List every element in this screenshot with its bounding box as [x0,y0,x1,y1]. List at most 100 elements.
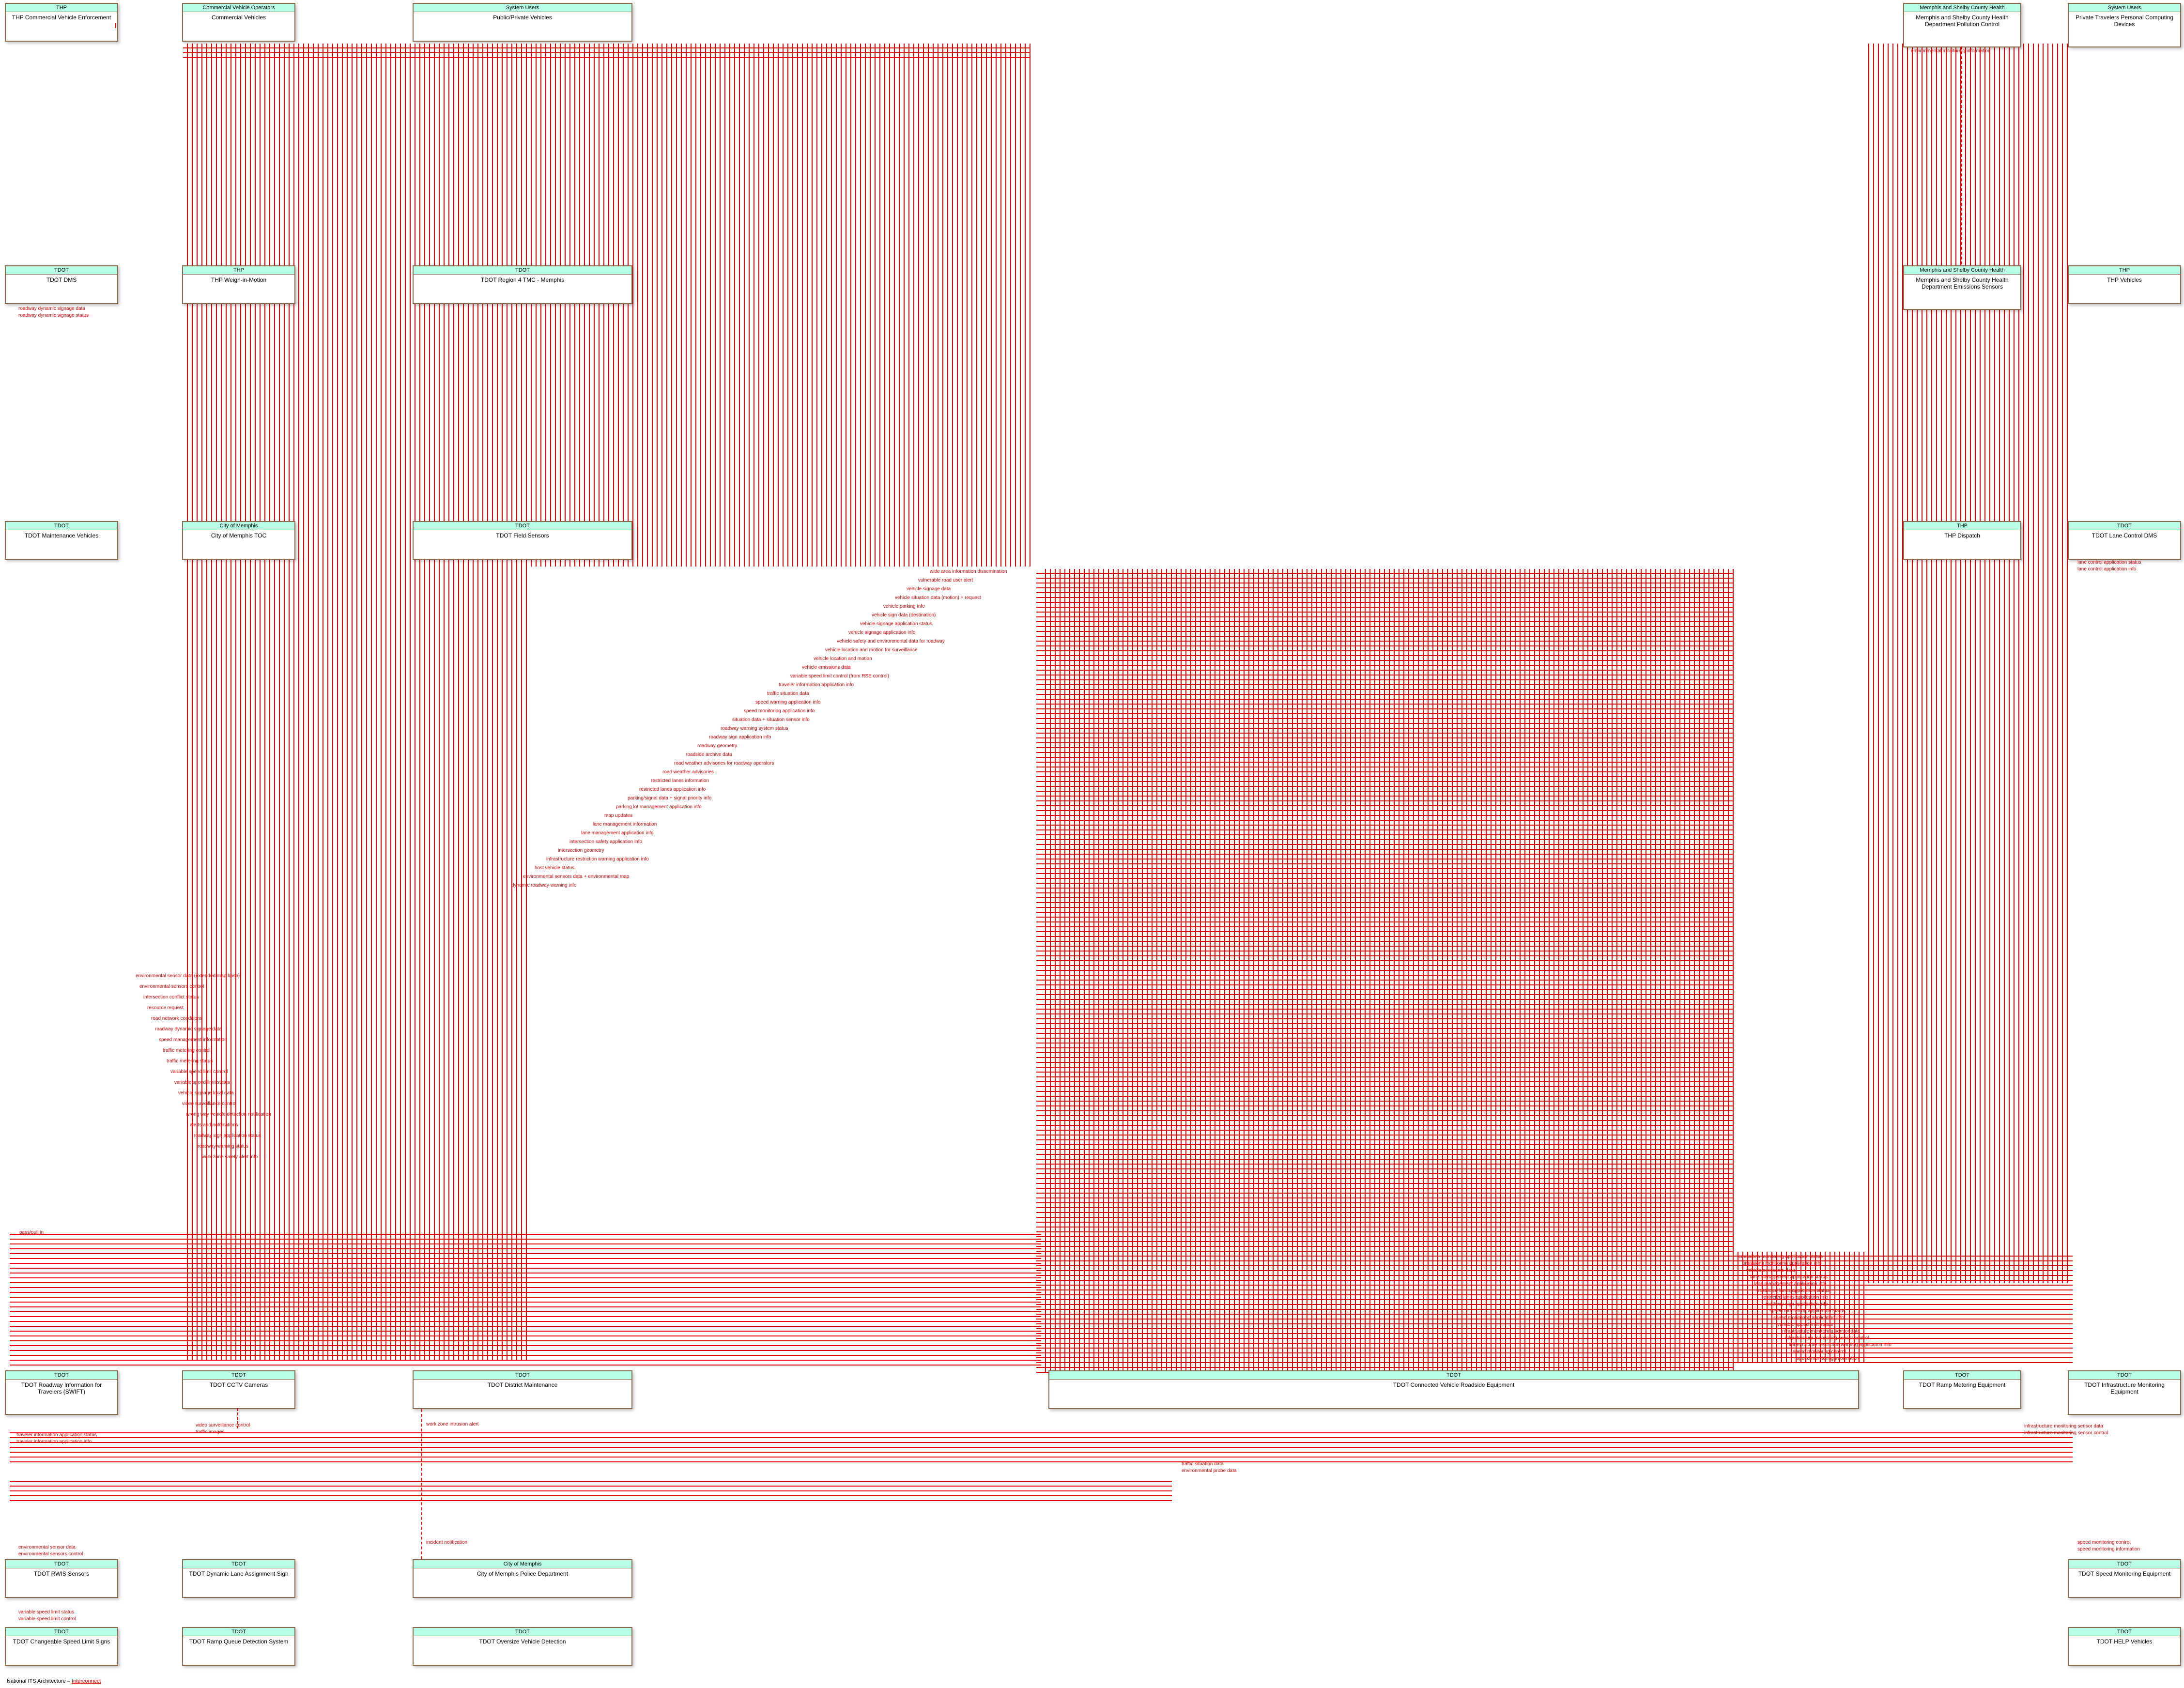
right-stack-label: variable speed limit control (from RSE c… [790,674,889,679]
node-body: TDOT Maintenance Vehicles [6,530,117,559]
conn-thp-enf-to-cv-v [115,23,116,28]
label-env-ctrl: environmental sensors control [18,1551,83,1557]
node-tdot-ramp-queue[interactable]: TDOT TDOT Ramp Queue Detection System [182,1627,295,1666]
label-spd-mon-ctrl: speed monitoring control [2077,1540,2131,1545]
node-tdot-csls[interactable]: TDOT TDOT Changeable Speed Limit Signs [5,1627,118,1666]
right-stack-label: map updates [604,813,632,818]
node-head: Commercial Vehicle Operators [183,4,294,12]
label-video-ctrl: video surveillance control [196,1423,250,1428]
node-tdot-r4-tmc[interactable]: TDOT TDOT Region 4 TMC - Memphis [413,265,632,304]
node-thp-dispatch[interactable]: THP THP Dispatch [1903,521,2021,560]
right-stack-label: intersection geometry [558,848,604,853]
node-tdot-lane-control-dms[interactable]: TDOT TDOT Lane Control DMS [2068,521,2181,560]
label-work-zone: work zone intrusion alert [426,1422,478,1427]
label-lane-ctrl: lane control application status [2077,560,2141,565]
node-body: TDOT District Maintenance [414,1380,631,1408]
node-head: THP [6,4,117,12]
node-body: TDOT Changeable Speed Limit Signs [6,1636,117,1665]
vertical-flow-band-hub [1041,569,1734,1373]
node-tdot-dms[interactable]: TDOT TDOT DMS [5,265,118,304]
label-speed-out: variable speed limit control [18,1616,76,1622]
node-private-travelers-devices[interactable]: System Users Private Travelers Personal … [2068,3,2181,47]
left-lower-label: speed management information [159,1037,227,1043]
node-thp-vehicles[interactable]: THP THP Vehicles [2068,265,2181,304]
horizontal-flow-band-bottom-a [10,1428,2073,1462]
node-tdot-field-sensors[interactable]: TDOT TDOT Field Sensors [413,521,632,560]
right-lower-label: variable speed limit status [1777,1322,1833,1327]
node-head: City of Memphis [414,1560,631,1568]
node-memphis-toc[interactable]: City of Memphis City of Memphis TOC [182,521,295,560]
node-tdot-cctv[interactable]: TDOT TDOT CCTV Cameras [182,1370,295,1409]
node-head: THP [1904,522,2020,530]
right-lower-label: infrastructure monitoring sensor data [1781,1329,1860,1334]
node-head: TDOT [414,266,631,275]
node-body: Memphis and Shelby County Health Departm… [1904,12,2020,46]
right-lower-label: roadway sign application info [1766,1302,1828,1307]
right-stack-label: speed warning application info [755,700,821,705]
node-commercial-vehicles[interactable]: Commercial Vehicle Operators Commercial … [182,3,295,42]
node-body: TDOT Connected Vehicle Roadside Equipmen… [1049,1380,1858,1408]
node-head: TDOT [183,1560,294,1568]
right-lower-label: restricted lanes application status [1758,1288,1830,1293]
label-msch-env: environmental monitoring information [1911,48,1991,54]
node-tdot-ramp-metering[interactable]: TDOT TDOT Ramp Metering Equipment [1903,1370,2021,1409]
node-body: TDOT Oversize Vehicle Detection [414,1636,631,1665]
node-public-private-vehicles[interactable]: System Users Public/Private Vehicles [413,3,632,42]
left-lower-label: traffic metering control [163,1048,211,1053]
label-env-data: environmental sensor data [18,1545,76,1550]
node-tdot-cv-rse[interactable]: TDOT TDOT Connected Vehicle Roadside Equ… [1048,1370,1859,1409]
right-lower-label: vehicle emissions data [1746,1268,1795,1273]
right-stack-label: traffic situation data [767,691,809,696]
node-mschd-emissions-sensors[interactable]: Memphis and Shelby County Health Memphis… [1903,265,2021,310]
node-head: TDOT [2069,1560,2180,1568]
node-tdot-rwis[interactable]: TDOT TDOT RWIS Sensors [5,1559,118,1598]
node-tdot-dyn-lane[interactable]: TDOT TDOT Dynamic Lane Assignment Sign [182,1559,295,1598]
right-stack-label: parking lot management application info [616,804,702,810]
node-body: TDOT CCTV Cameras [183,1380,294,1408]
node-tdot-maint-vehicles[interactable]: TDOT TDOT Maintenance Vehicles [5,521,118,560]
right-stack-label: roadway warning system status [721,726,788,731]
node-head: TDOT [183,1628,294,1636]
right-stack-label: vehicle emissions data [802,665,851,670]
node-tdot-speed-monitoring[interactable]: TDOT TDOT Speed Monitoring Equipment [2068,1559,2181,1598]
node-tdot-oversize[interactable]: TDOT TDOT Oversize Vehicle Detection [413,1627,632,1666]
node-body: Public/Private Vehicles [414,12,631,41]
node-head: System Users [2069,4,2180,12]
node-head: TDOT [6,1560,117,1568]
node-head: TDOT [414,522,631,530]
node-tdot-infra-monitoring[interactable]: TDOT TDOT Infrastructure Monitoring Equi… [2068,1370,2181,1415]
left-lower-label: resource request [147,1005,184,1011]
right-stack-label: lane management application info [581,830,654,836]
node-memphis-pd[interactable]: City of Memphis City of Memphis Police D… [413,1559,632,1598]
left-lower-label: intersection conflict status [143,995,199,1000]
node-mschd-pollution-control[interactable]: Memphis and Shelby County Health Memphis… [1903,3,2021,47]
conn-mschd-down [1961,46,1962,264]
node-tdot-swift[interactable]: TDOT TDOT Roadway Information for Travel… [5,1370,118,1415]
node-head: THP [2069,266,2180,275]
node-tdot-help[interactable]: TDOT TDOT HELP Vehicles [2068,1627,2181,1666]
node-body: TDOT RWIS Sensors [6,1568,117,1597]
node-head: TDOT [6,522,117,530]
node-head: TDOT [6,1628,117,1636]
right-stack-label: parking/signal data + signal priority in… [628,796,711,801]
node-thp-cv-enforcement[interactable]: THP THP Commercial Vehicle Enforcement [5,3,118,42]
node-tdot-dist-maint[interactable]: TDOT TDOT District Maintenance [413,1370,632,1409]
right-stack-label: restricted lanes information [651,778,709,783]
diagram-canvas: THP THP Commercial Vehicle Enforcement C… [0,0,2184,1688]
node-body: Private Travelers Personal Computing Dev… [2069,12,2180,46]
node-head: TDOT [1049,1371,1858,1380]
label-rse-traffic-situ: traffic situation data [1182,1461,1224,1467]
node-head: TDOT [2069,522,2180,530]
right-stack-label: vehicle signage application status [860,621,932,627]
label-spd-mon-info: speed monitoring information [2077,1547,2140,1552]
footer-note-link[interactable]: Interconnect [72,1678,101,1684]
right-lower-label: emissions monitoring application info [1742,1261,1821,1266]
node-head: TDOT [6,1371,117,1380]
right-lower-label: speed monitoring control [1793,1349,1846,1354]
right-stack-label: road weather advisories for roadway oper… [674,761,774,766]
node-thp-wim[interactable]: THP THP Weigh-in-Motion [182,265,295,304]
label-rse-env-probe: environmental probe data [1182,1468,1236,1473]
node-head: Memphis and Shelby County Health [1904,266,2020,275]
vertical-flow-band-right [1864,44,2068,1283]
left-lower-label: roadway warning status [198,1144,248,1149]
